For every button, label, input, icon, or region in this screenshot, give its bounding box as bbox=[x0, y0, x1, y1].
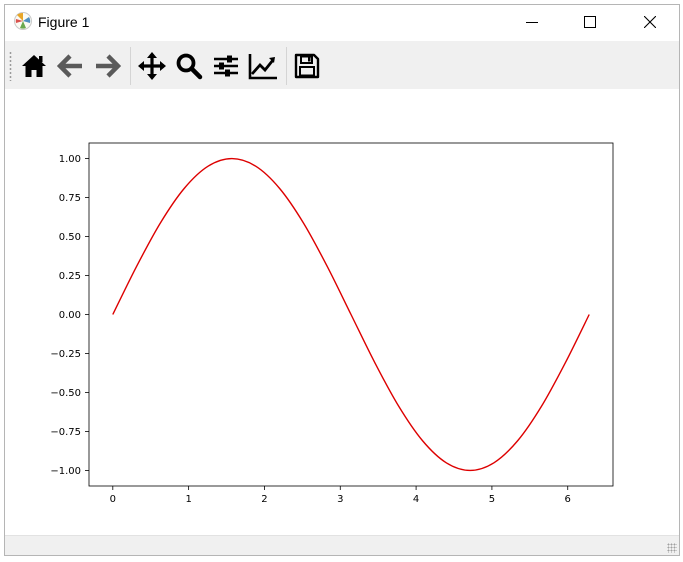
x-tick-label: 2 bbox=[261, 494, 267, 505]
figure-canvas[interactable]: 0 1 2 3 4 5 6 −1.00 −0.75 −0.50 −0.25 0.00 0.25 0.50… bbox=[5, 89, 679, 535]
home-icon bbox=[22, 55, 46, 77]
maximize-button[interactable] bbox=[561, 5, 619, 39]
x-tick-label: 3 bbox=[337, 494, 343, 505]
x-tick-label: 5 bbox=[489, 494, 495, 505]
toolbar-separator bbox=[130, 47, 131, 85]
home-button[interactable] bbox=[17, 49, 51, 83]
status-bar bbox=[5, 535, 679, 555]
x-tick-label: 6 bbox=[565, 494, 571, 505]
maximize-icon bbox=[584, 16, 596, 28]
toolbar-grip[interactable] bbox=[9, 51, 12, 81]
edit-axes-button[interactable] bbox=[246, 49, 280, 83]
forward-button[interactable] bbox=[90, 49, 124, 83]
line-chart-icon bbox=[248, 54, 277, 80]
y-tick-label: 1.00 bbox=[59, 154, 81, 165]
close-button[interactable] bbox=[621, 5, 679, 39]
back-button[interactable] bbox=[54, 49, 88, 83]
y-tick-label: 0.75 bbox=[59, 193, 81, 204]
minimize-icon bbox=[526, 22, 538, 23]
pan-button[interactable] bbox=[135, 49, 169, 83]
x-tick-label: 1 bbox=[185, 494, 191, 505]
y-axis: −1.00 −0.75 −0.50 −0.25 0.00 0.25 0.50 0.75 1.00 bbox=[50, 154, 89, 477]
window-title: Figure 1 bbox=[38, 14, 90, 30]
y-tick-label: −0.75 bbox=[50, 427, 81, 438]
figure-window: Figure 1 0 1 2 3 4 5 6 −1.00 −0.75 −0.50… bbox=[4, 4, 680, 556]
magnifier-icon bbox=[176, 53, 203, 80]
x-tick-label: 0 bbox=[110, 494, 116, 505]
y-tick-label: 0.00 bbox=[59, 310, 81, 321]
x-tick-label: 4 bbox=[413, 494, 419, 505]
desktop-background-bottom bbox=[0, 556, 683, 562]
y-tick-label: 0.50 bbox=[59, 232, 81, 243]
matplotlib-icon bbox=[13, 11, 33, 31]
y-tick-label: −0.50 bbox=[50, 388, 81, 399]
move-icon bbox=[138, 52, 166, 80]
zoom-button[interactable] bbox=[172, 49, 206, 83]
title-bar[interactable]: Figure 1 bbox=[5, 5, 679, 39]
subplots-button[interactable] bbox=[209, 49, 243, 83]
navigation-toolbar bbox=[5, 41, 679, 89]
sliders-icon bbox=[214, 55, 238, 77]
x-axis: 0 1 2 3 4 5 6 bbox=[110, 486, 571, 505]
plot-svg: 0 1 2 3 4 5 6 −1.00 −0.75 −0.50 −0.25 0.00 0.25 0.50… bbox=[50, 142, 614, 505]
toolbar-separator bbox=[286, 47, 287, 85]
y-tick-label: 0.25 bbox=[59, 271, 81, 282]
y-tick-label: −0.25 bbox=[50, 349, 81, 360]
resize-grip[interactable] bbox=[667, 543, 677, 553]
save-button[interactable] bbox=[290, 49, 324, 83]
floppy-disk-icon bbox=[294, 53, 320, 79]
y-tick-label: −1.00 bbox=[50, 466, 81, 477]
close-icon bbox=[644, 16, 656, 28]
arrow-left-icon bbox=[57, 54, 82, 78]
arrow-right-icon bbox=[96, 54, 121, 78]
minimize-button[interactable] bbox=[503, 5, 561, 39]
